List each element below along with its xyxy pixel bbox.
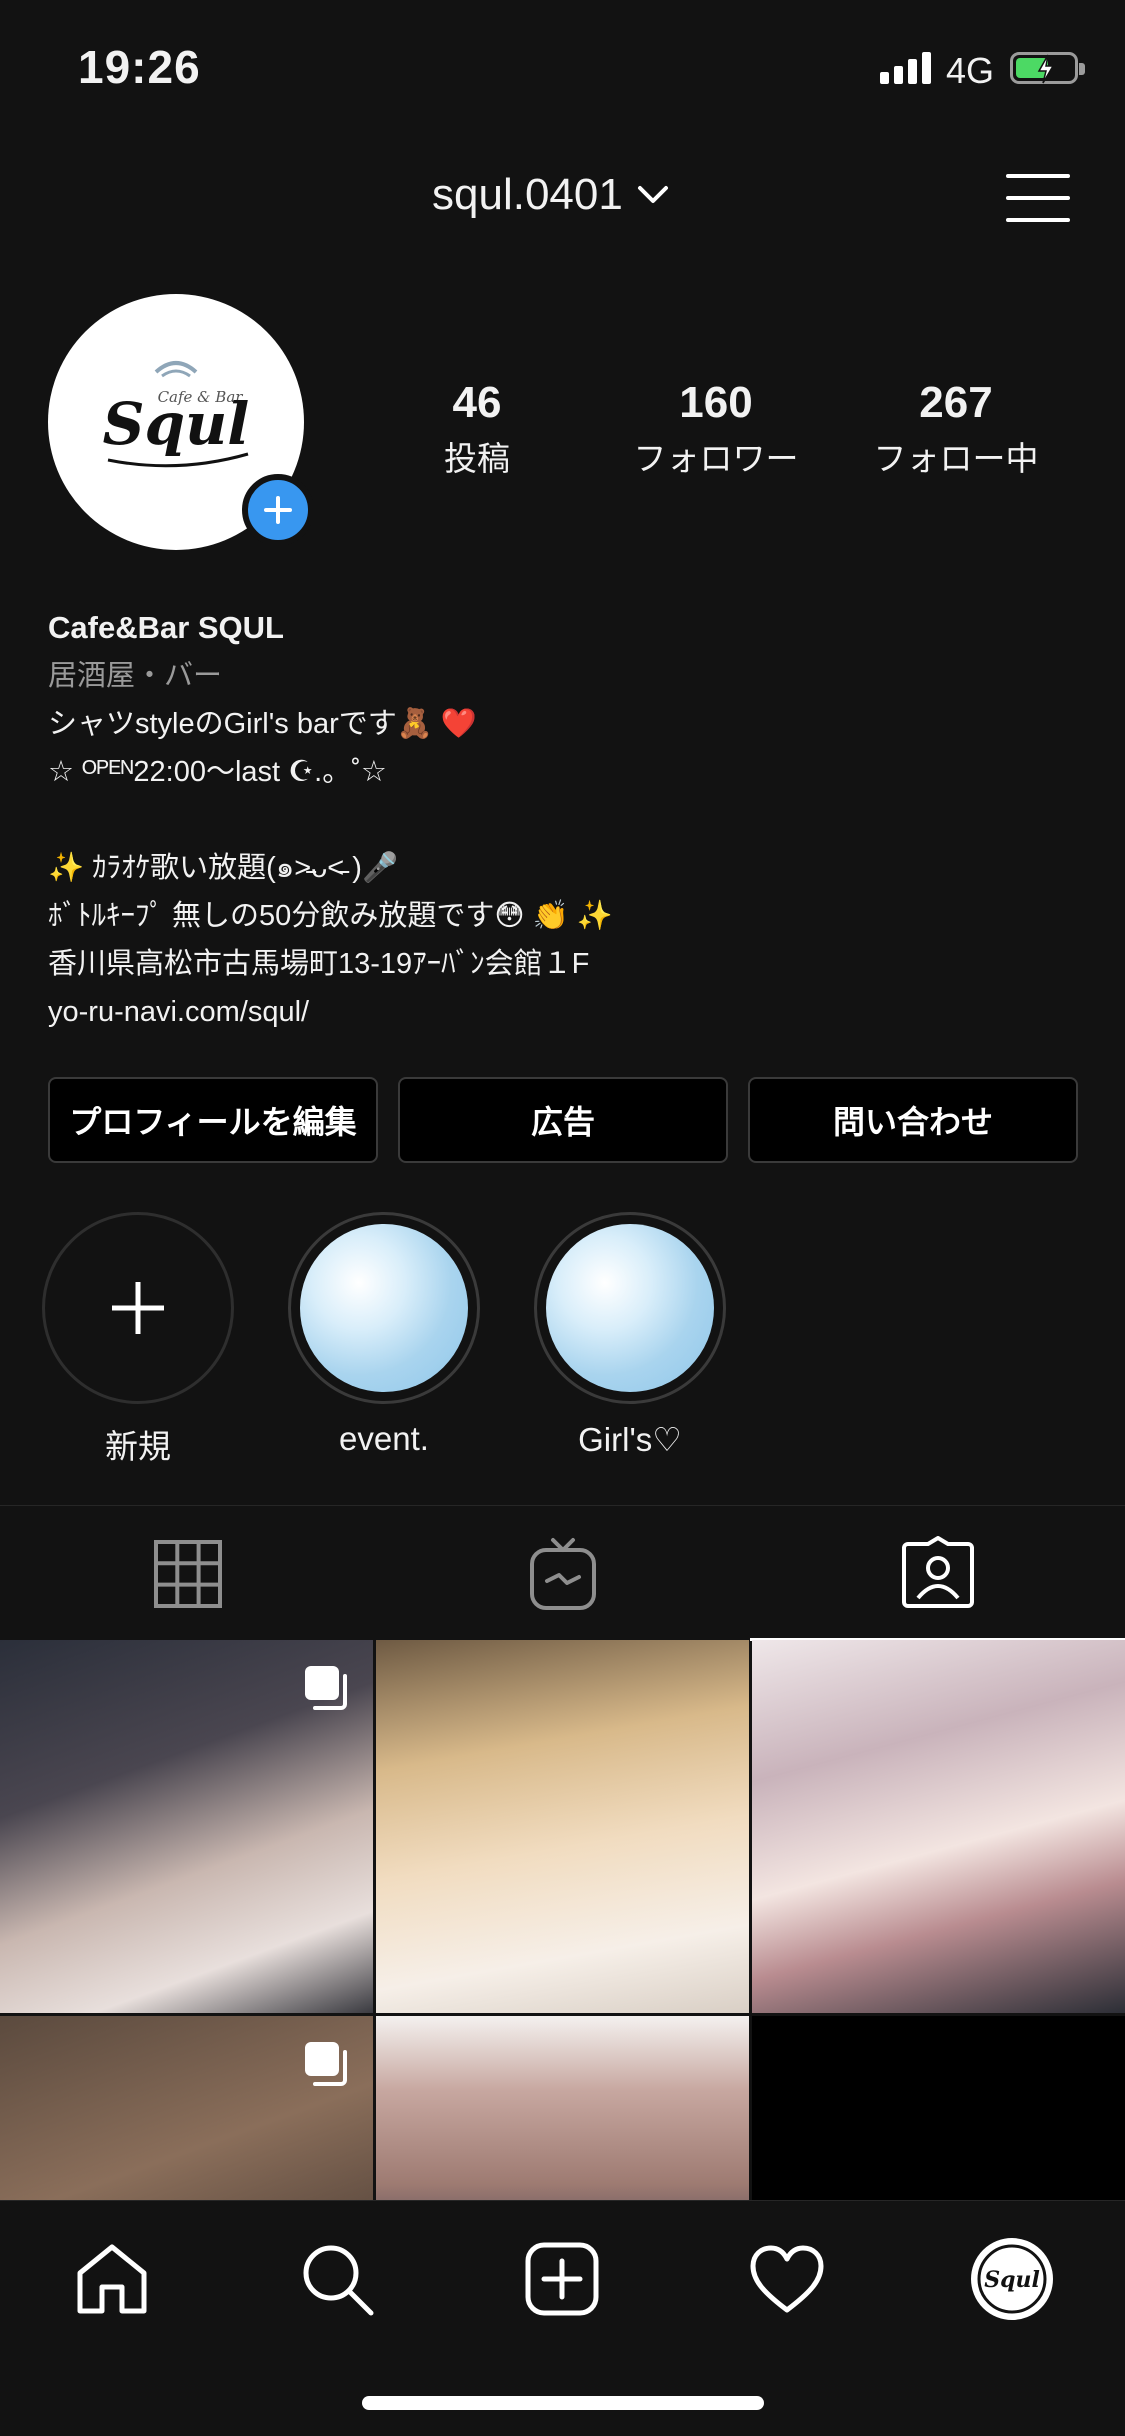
tab-igtv[interactable] (375, 1506, 750, 1641)
ads-button[interactable]: 広告 (398, 1077, 728, 1163)
profile-name: Cafe&Bar SQUL (48, 610, 284, 645)
status-bar: 19:26 4G (0, 0, 1125, 140)
nav-home[interactable] (62, 2229, 162, 2329)
posts-count: 46 (452, 378, 502, 427)
bio-line: ✨ ｶﾗｵｹ歌い放題(๑˃̵ᴗ˂̵ )🎤 (48, 852, 399, 884)
nav-new-post[interactable] (512, 2229, 612, 2329)
carousel-icon (305, 1666, 347, 1710)
bio-line: シャツstyleのGirl's barです🧸 ❤️ (48, 708, 478, 740)
plus-icon (264, 496, 292, 524)
highlight-girls[interactable]: Girl's♡ (534, 1212, 726, 1459)
grid-icon (153, 1539, 222, 1608)
bio-line: 香川県高松市古馬場町13-19ｱｰﾊﾞﾝ会館１F (48, 948, 590, 980)
highlight-event[interactable]: event. (288, 1212, 480, 1458)
plus-icon (112, 1282, 164, 1334)
contact-button[interactable]: 問い合わせ (748, 1077, 1078, 1163)
post-thumbnail[interactable] (752, 1640, 1125, 2013)
profile-bio: Cafe&Bar SQUL 居酒屋・バー シャツstyleのGirl's bar… (48, 604, 1088, 1036)
tagged-icon (901, 1536, 974, 1608)
highlight-label: event. (339, 1420, 429, 1457)
igtv-icon (529, 1537, 596, 1610)
status-time: 19:26 (78, 41, 201, 93)
signal-icon (880, 52, 934, 84)
edit-profile-button[interactable]: プロフィールを編集 (48, 1077, 378, 1163)
bio-line: ﾎﾞﾄﾙｷｰﾌﾟ 無しの50分飲み放題です😳 👏 ✨ (48, 900, 613, 932)
post-thumbnail[interactable] (0, 1640, 373, 2013)
highlight-label: Girl's♡ (578, 1421, 682, 1458)
profile-category: 居酒屋・バー (48, 660, 223, 692)
post-thumbnail-empty (752, 2016, 1125, 2200)
nav-activity[interactable] (737, 2229, 837, 2329)
post-thumbnail[interactable] (376, 2016, 749, 2200)
search-icon (303, 2245, 374, 2316)
highlight-cover (300, 1224, 468, 1392)
posts-stat[interactable]: 46 投稿 (367, 378, 587, 480)
battery-icon (1010, 52, 1085, 84)
chevron-down-icon (637, 186, 668, 203)
followers-count: 160 (679, 378, 753, 427)
highlight-cover (546, 1224, 714, 1392)
profile-header: squl.0401 (0, 160, 1125, 240)
following-label: フォロー中 (873, 440, 1039, 477)
home-indicator[interactable] (362, 2396, 764, 2410)
nav-search[interactable] (287, 2229, 387, 2329)
account-switcher[interactable]: squl.0401 (432, 170, 669, 220)
post-thumbnail[interactable] (0, 2016, 373, 2200)
highlight-new[interactable]: 新規 (42, 1212, 234, 1468)
followers-stat[interactable]: 160 フォロワー (606, 378, 826, 480)
bio-line: ☆ ᴼᴾᴱᴺ22:00〜last ☪︎.。˚☆ (48, 756, 387, 788)
profile-tabs (0, 1505, 1125, 1641)
tab-grid[interactable] (0, 1506, 375, 1641)
post-grid (0, 1640, 1125, 2200)
svg-text:Squl: Squl (984, 2267, 1040, 2293)
following-count: 267 (919, 378, 993, 427)
add-story-button[interactable] (242, 474, 314, 546)
svg-text:Squl: Squl (103, 390, 250, 458)
posts-label: 投稿 (444, 440, 510, 477)
profile-icon: Squl (971, 2238, 1053, 2320)
profile-actions: プロフィールを編集 広告 問い合わせ (48, 1077, 1078, 1163)
nav-profile[interactable]: Squl (962, 2229, 1062, 2329)
bio-link[interactable]: yo-ru-navi.com/squl/ (48, 988, 1088, 1036)
highlight-label: 新規 (105, 1428, 171, 1465)
heart-icon (750, 2245, 824, 2313)
post-thumbnail[interactable] (376, 1640, 749, 2013)
bio-line (48, 796, 1088, 844)
network-label: 4G (946, 50, 995, 91)
header-username: squl.0401 (432, 170, 623, 219)
hamburger-menu-icon[interactable] (1006, 170, 1070, 226)
home-icon (77, 2244, 147, 2314)
carousel-icon (305, 2042, 347, 2086)
new-post-icon (525, 2242, 599, 2316)
tab-tagged[interactable] (750, 1506, 1125, 1641)
followers-label: フォロワー (633, 440, 799, 477)
following-stat[interactable]: 267 フォロー中 (846, 378, 1066, 480)
